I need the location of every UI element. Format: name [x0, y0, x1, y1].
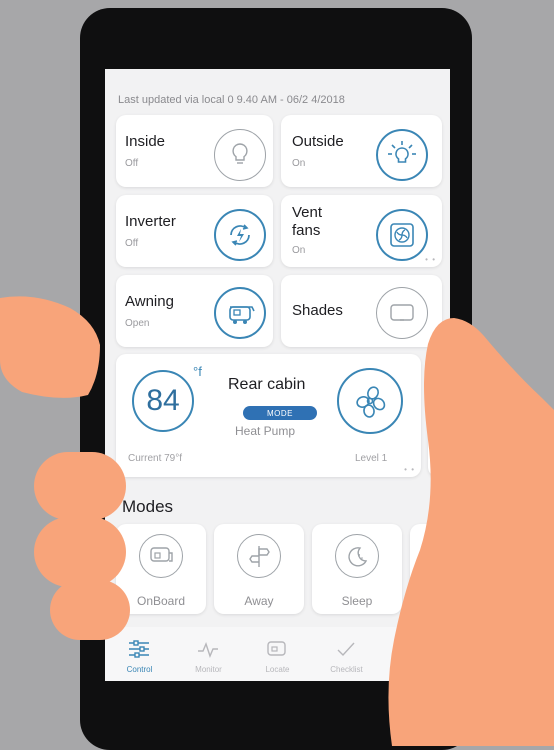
hand-illustration [0, 296, 554, 746]
